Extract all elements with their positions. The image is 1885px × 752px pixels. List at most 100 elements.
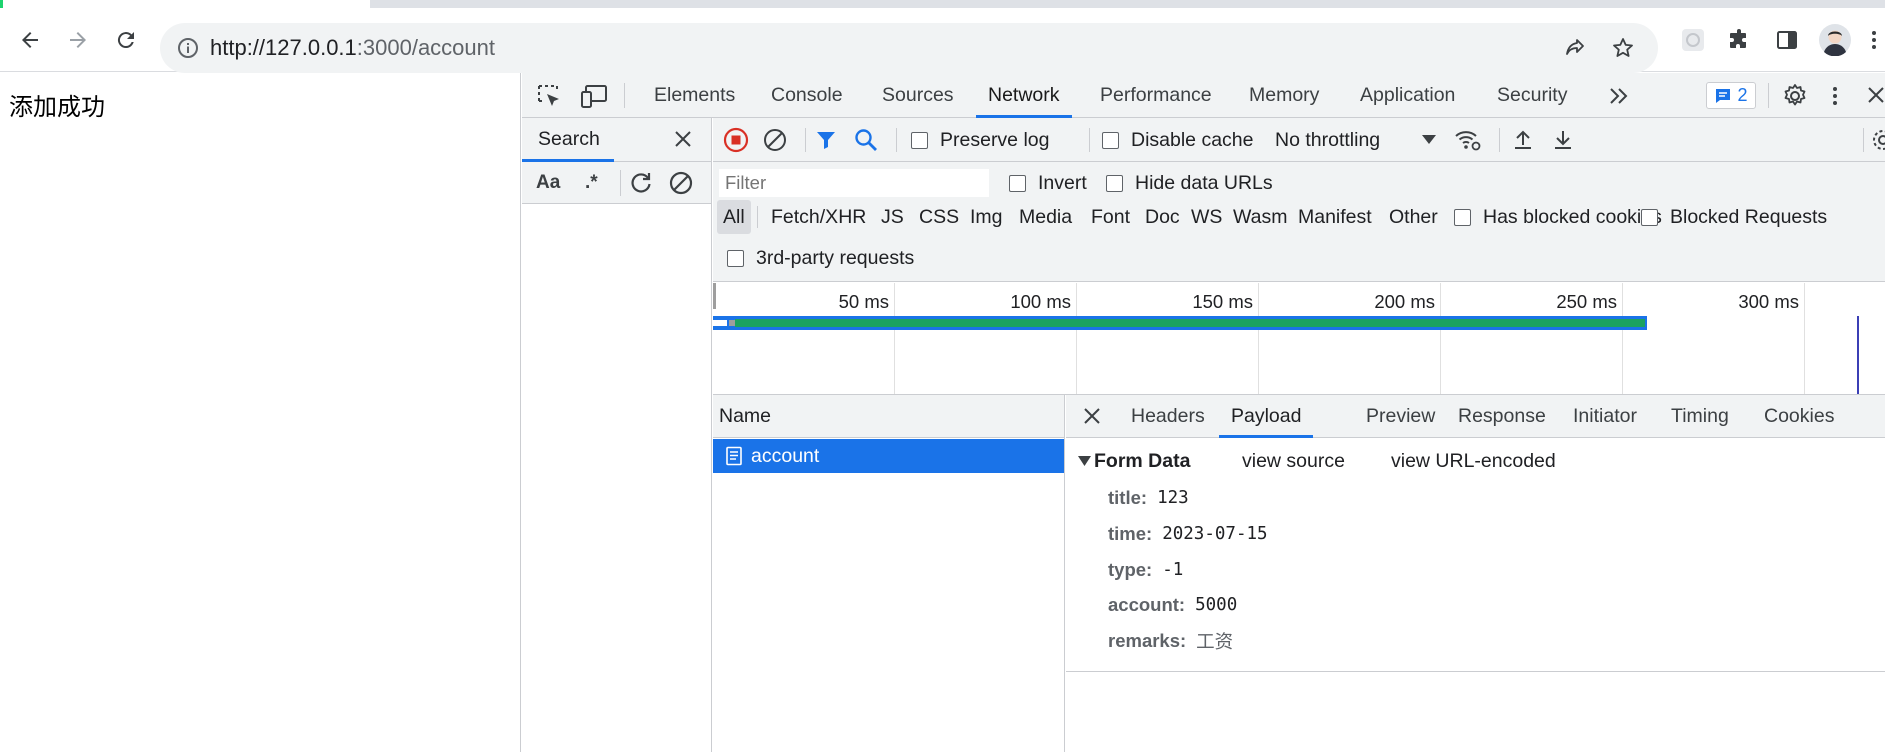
tab-performance[interactable]: Performance <box>1100 73 1212 118</box>
tick-label: 300 ms <box>1738 291 1799 312</box>
issues-badge[interactable]: 2 <box>1706 82 1756 109</box>
stop-recording-button[interactable] <box>723 118 749 162</box>
disable-cache-checkbox[interactable]: Disable cache <box>1102 118 1253 162</box>
filter-input[interactable] <box>719 169 989 197</box>
share-icon <box>1566 39 1584 55</box>
puzzle-icon <box>1730 29 1746 48</box>
tab-sources[interactable]: Sources <box>882 73 954 118</box>
type-filter-media[interactable]: Media <box>1013 200 1078 234</box>
blocked-requests-label: Blocked Requests <box>1670 205 1828 228</box>
filter-icon <box>817 132 835 149</box>
name-column-header[interactable]: Name <box>713 395 1064 438</box>
extension-button[interactable] <box>1675 22 1711 58</box>
download-icon <box>1555 131 1571 149</box>
type-filter-js[interactable]: JS <box>875 200 910 234</box>
type-filter-manifest[interactable]: Manifest <box>1292 200 1378 234</box>
browser-toolbar: http://127.0.0.1:3000/account <box>0 8 1885 73</box>
field-value: 123 <box>1157 488 1189 508</box>
request-list: Name account <box>713 395 1065 752</box>
request-row[interactable]: account <box>713 439 1064 473</box>
customize-menu-button[interactable] <box>1831 84 1839 108</box>
type-filter-wasm[interactable]: Wasm <box>1227 200 1294 234</box>
type-filter-fetch-xhr[interactable]: Fetch/XHR <box>765 200 872 234</box>
bookmark-button[interactable] <box>1605 30 1641 66</box>
import-har-button[interactable] <box>1511 118 1535 162</box>
form-data-section: Form Data view source view URL-encoded t… <box>1066 438 1885 672</box>
gear-icon <box>1784 84 1806 106</box>
match-case-button[interactable]: Aa <box>536 162 560 204</box>
timeline-handle[interactable] <box>713 283 716 309</box>
has-blocked-cookies-checkbox[interactable]: Has blocked cookies <box>1454 199 1662 235</box>
tab-console[interactable]: Console <box>771 73 843 118</box>
checkbox-box <box>1106 174 1123 192</box>
hide-data-urls-checkbox[interactable]: Hide data URLs <box>1106 165 1273 201</box>
view-url-encoded-link[interactable]: view URL-encoded <box>1391 448 1556 474</box>
network-settings-button[interactable] <box>1871 118 1885 162</box>
device-toolbar-button[interactable] <box>580 83 608 109</box>
back-button[interactable] <box>10 20 50 60</box>
filter-toggle-button[interactable] <box>814 118 838 162</box>
issues-count: 2 <box>1737 85 1748 105</box>
export-har-button[interactable] <box>1551 118 1575 162</box>
profile-button[interactable] <box>1817 22 1853 58</box>
side-panel-button[interactable] <box>1769 22 1805 58</box>
tab-timing[interactable]: Timing <box>1671 395 1729 438</box>
type-filter-other[interactable]: Other <box>1383 200 1444 234</box>
type-filter-doc[interactable]: Doc <box>1139 200 1186 234</box>
preserve-log-checkbox[interactable]: Preserve log <box>911 118 1049 162</box>
grid-line <box>1622 283 1623 394</box>
search-icon <box>855 129 877 151</box>
third-party-checkbox[interactable]: 3rd-party requests <box>727 240 914 276</box>
clear-search-button[interactable] <box>668 162 694 204</box>
type-filter-ws[interactable]: WS <box>1185 200 1228 234</box>
share-button[interactable] <box>1557 30 1593 66</box>
tab-payload[interactable]: Payload <box>1219 395 1314 438</box>
tab-initiator[interactable]: Initiator <box>1573 395 1637 438</box>
tab-cookies[interactable]: Cookies <box>1764 395 1834 438</box>
more-vert-icon <box>1871 31 1876 49</box>
tab-preview[interactable]: Preview <box>1366 395 1435 438</box>
devtools-tab-bar: Elements Console Sources Network Perform… <box>522 73 1885 118</box>
forward-button[interactable] <box>58 20 98 60</box>
tab-security[interactable]: Security <box>1497 73 1567 118</box>
clear-log-button[interactable] <box>762 118 788 162</box>
filter-bar: Invert Hide data URLs All Fetch/XHR JS C… <box>713 162 1885 282</box>
browser-menu-button[interactable] <box>1862 22 1885 58</box>
address-bar[interactable]: http://127.0.0.1:3000/account <box>160 23 1658 73</box>
type-filter-font[interactable]: Font <box>1085 200 1136 234</box>
form-data-toggle[interactable]: Form Data <box>1078 448 1190 474</box>
tab-response[interactable]: Response <box>1458 395 1546 438</box>
site-info-icon[interactable] <box>176 36 200 60</box>
chevron-double-right-icon <box>1610 88 1628 104</box>
view-source-link[interactable]: view source <box>1242 448 1345 474</box>
network-conditions-button[interactable] <box>1453 118 1483 162</box>
url-path: :3000/account <box>356 35 496 60</box>
inspect-element-button[interactable] <box>536 83 562 109</box>
request-queue-bar <box>713 320 727 326</box>
tab-headers[interactable]: Headers <box>1131 395 1205 438</box>
type-filter-css[interactable]: CSS <box>913 200 965 234</box>
close-search-button[interactable] <box>672 128 694 150</box>
refresh-search-button[interactable] <box>628 162 654 204</box>
search-button[interactable] <box>853 118 879 162</box>
tab-elements[interactable]: Elements <box>654 73 735 118</box>
settings-button[interactable] <box>1782 83 1808 109</box>
third-party-label: 3rd-party requests <box>756 246 915 269</box>
tab-memory[interactable]: Memory <box>1249 73 1319 118</box>
extensions-menu-button[interactable] <box>1721 22 1757 58</box>
type-filter-all[interactable]: All <box>717 200 751 234</box>
tab-network[interactable]: Network <box>976 73 1072 118</box>
tab-search[interactable]: Search <box>522 118 614 162</box>
invert-checkbox[interactable]: Invert <box>1009 165 1087 201</box>
url-text[interactable]: http://127.0.0.1:3000/account <box>210 23 495 73</box>
tab-application[interactable]: Application <box>1360 73 1455 118</box>
grid-line <box>1440 283 1441 394</box>
type-filter-img[interactable]: Img <box>964 200 1009 234</box>
blocked-requests-checkbox[interactable]: Blocked Requests <box>1641 199 1827 235</box>
throttling-select[interactable]: No throttling <box>1275 118 1437 162</box>
regex-button[interactable]: .* <box>585 162 598 204</box>
reload-button[interactable] <box>106 20 146 60</box>
close-details-button[interactable] <box>1082 406 1102 426</box>
more-tabs-button[interactable] <box>1608 85 1630 107</box>
close-devtools-button[interactable] <box>1866 85 1885 105</box>
